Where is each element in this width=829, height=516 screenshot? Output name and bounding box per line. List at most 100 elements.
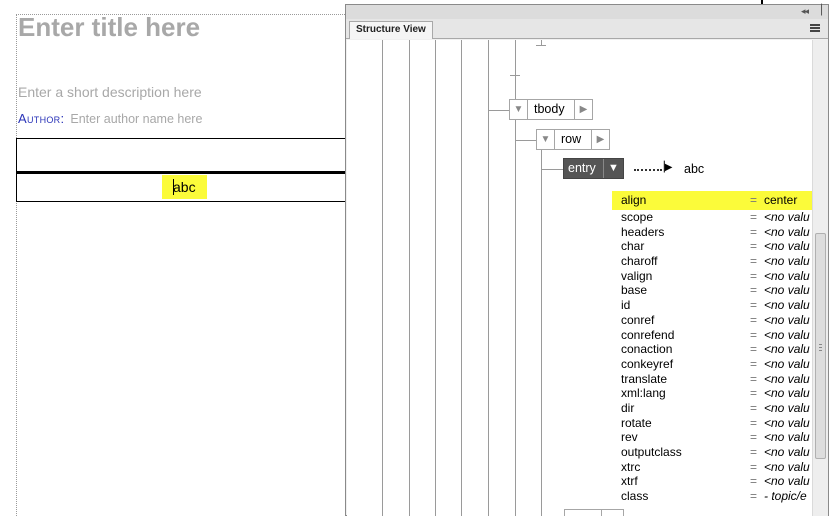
collapse-panel-icon[interactable]: ◂◂ [801, 6, 809, 17]
attribute-value[interactable]: <no valu [764, 225, 810, 240]
attribute-row-char[interactable]: char = <no valu [612, 239, 812, 254]
attribute-equals: = [750, 459, 758, 474]
attribute-value[interactable]: <no valu [764, 298, 810, 313]
short-description-placeholder[interactable]: Enter a short description here [18, 84, 202, 100]
attribute-name: rotate [621, 415, 652, 430]
attribute-row-xtrf[interactable]: xtrf = <no valu [612, 474, 812, 489]
table-header-row[interactable] [16, 138, 356, 172]
author-line[interactable]: Author: Enter author name here [18, 111, 202, 126]
attribute-value[interactable]: <no valu [764, 239, 810, 254]
expand-triangle-icon[interactable]: ▼ [537, 130, 555, 149]
expand-triangle-icon[interactable]: ▼ [603, 159, 623, 178]
attribute-value[interactable]: <no valu [764, 269, 810, 284]
attribute-value[interactable]: <no valu [764, 328, 810, 343]
vertical-scrollbar[interactable] [812, 40, 828, 516]
attribute-name: conaction [621, 342, 673, 357]
attribute-row-scope[interactable]: scope = <no valu [612, 210, 812, 225]
attribute-row-conkeyref[interactable]: conkeyref = <no valu [612, 357, 812, 372]
structure-tree[interactable]: ▼ tbody ▶ ▼ row ▶ entry ▼ ▕▶ abc align = c… [347, 40, 812, 516]
tree-guide-line [515, 140, 536, 141]
attribute-equals: = [750, 386, 758, 401]
attribute-name: xtrc [621, 459, 641, 474]
attribute-equals: = [750, 445, 758, 459]
tree-node-row[interactable]: ▼ row ▶ [536, 129, 610, 150]
attribute-value[interactable]: <no valu [764, 254, 810, 269]
scrollbar-thumb[interactable] [815, 233, 826, 459]
panel-tab-row: Structure View [346, 19, 828, 39]
link-arrow-icon: ▕▶ [657, 162, 673, 173]
attribute-row-xml-lang[interactable]: xml:lang = <no valu [612, 386, 812, 401]
attribute-name: valign [621, 268, 653, 283]
attribute-name: outputclass [621, 445, 682, 459]
attribute-row-charoff[interactable]: charoff = <no valu [612, 254, 812, 269]
attribute-name: rev [621, 430, 638, 445]
tree-guide-line [510, 75, 520, 76]
attribute-row-conaction[interactable]: conaction = <no valu [612, 342, 812, 357]
attribute-list: align = center scope = <no valu headers = <no va… [612, 191, 812, 504]
attribute-row-outputclass[interactable]: outputclass = <no valu [612, 445, 812, 460]
attribute-name: id [621, 298, 631, 313]
attribute-value[interactable]: <no valu [764, 416, 810, 431]
attribute-equals: = [750, 268, 758, 283]
attribute-value[interactable]: <no valu [764, 401, 810, 416]
attribute-value[interactable]: <no valu [764, 460, 810, 475]
tree-node-entry[interactable]: entry ▼ [563, 158, 624, 179]
attribute-value[interactable]: <no valu [764, 386, 810, 401]
attribute-row-conrefend[interactable]: conrefend = <no valu [612, 328, 812, 343]
tree-node-next[interactable] [564, 509, 624, 516]
attribute-equals: = [750, 474, 758, 489]
attribute-row-valign[interactable]: valign = <no valu [612, 269, 812, 284]
node-label: tbody [534, 102, 565, 116]
attribute-row-translate[interactable]: translate = <no valu [612, 372, 812, 387]
attribute-value[interactable]: <no valu [764, 372, 810, 387]
attribute-equals: = [750, 283, 758, 298]
attribute-value[interactable]: <no valu [764, 210, 810, 225]
tree-guide-line [541, 150, 542, 516]
attribute-row-align[interactable]: align = center [612, 191, 812, 210]
attribute-value[interactable]: <no valu [764, 474, 810, 489]
entry-text-node[interactable]: abc [684, 162, 704, 176]
next-arrow-icon[interactable]: ▶ [591, 130, 609, 149]
attribute-row-id[interactable]: id = <no valu [612, 298, 812, 313]
attribute-row-rev[interactable]: rev = <no valu [612, 430, 812, 445]
attribute-equals: = [750, 224, 758, 239]
attribute-equals: = [750, 415, 758, 430]
attribute-name: class [621, 489, 649, 504]
tree-guide-line [488, 100, 489, 516]
attribute-value[interactable]: <no valu [764, 283, 810, 298]
table-cell-text[interactable]: abc [162, 175, 207, 199]
attribute-value[interactable]: <no valu [764, 430, 810, 445]
attribute-row-base[interactable]: base = <no valu [612, 283, 812, 298]
app-window: Enter title here Enter a short descripti… [0, 0, 829, 516]
attribute-value[interactable]: <no valu [764, 342, 810, 357]
tree-guide-line [382, 40, 383, 516]
tab-structure-view[interactable]: Structure View [349, 21, 433, 39]
attribute-value[interactable]: <no valu [764, 313, 810, 328]
attribute-equals: = [750, 210, 758, 224]
text-caret [173, 179, 174, 195]
attribute-row-rotate[interactable]: rotate = <no valu [612, 416, 812, 431]
attribute-equals: = [750, 342, 758, 357]
panel-menu-icon[interactable] [810, 24, 820, 32]
attribute-equals: = [750, 489, 758, 504]
attribute-row-xtrc[interactable]: xtrc = <no valu [612, 460, 812, 475]
attribute-value[interactable]: - topic/e [764, 489, 807, 504]
tree-node-tbody[interactable]: ▼ tbody ▶ [509, 99, 593, 120]
attribute-value[interactable]: center [764, 191, 797, 210]
next-arrow-icon[interactable]: ▶ [574, 100, 592, 119]
attribute-row-conref[interactable]: conref = <no valu [612, 313, 812, 328]
attribute-name: translate [621, 371, 668, 386]
attribute-value[interactable]: <no valu [764, 445, 810, 460]
node-label: entry [568, 161, 596, 175]
topic-title-placeholder[interactable]: Enter title here [18, 12, 200, 43]
author-placeholder[interactable]: Enter author name here [70, 112, 202, 126]
attribute-equals: = [750, 327, 758, 342]
panel-dock-icon[interactable]: ▕ [814, 5, 822, 16]
attribute-row-dir[interactable]: dir = <no valu [612, 401, 812, 416]
attribute-value[interactable]: <no valu [764, 357, 810, 372]
attribute-row-class[interactable]: class = - topic/e [612, 489, 812, 504]
expand-triangle-icon[interactable]: ▼ [510, 100, 528, 119]
attribute-row-headers[interactable]: headers = <no valu [612, 225, 812, 240]
tree-guide-line [488, 110, 509, 111]
tree-guide-line [515, 120, 516, 516]
